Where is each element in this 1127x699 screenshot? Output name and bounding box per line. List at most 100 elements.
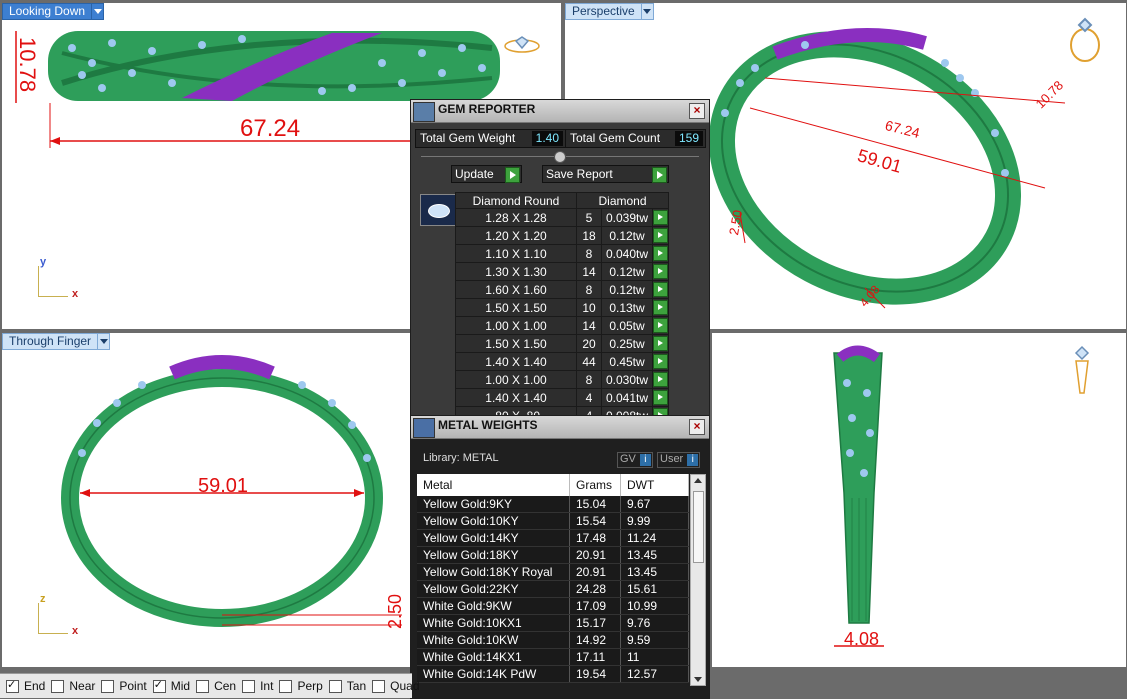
metal-table-row[interactable]: Yellow Gold:14KY 17.48 11.24 xyxy=(417,529,689,547)
save-report-button[interactable]: Save Report xyxy=(542,165,669,183)
gem-count: 44 xyxy=(576,352,602,371)
dwt-column-header[interactable]: DWT xyxy=(620,474,689,496)
snap-tan[interactable]: Tan xyxy=(328,679,366,693)
row-select-button[interactable] xyxy=(652,262,669,281)
metal-table-row[interactable]: Yellow Gold:10KY 15.54 9.99 xyxy=(417,512,689,530)
checkbox[interactable] xyxy=(242,679,256,693)
gem-table-row[interactable]: 1.40 X 1.40 44 0.45tw xyxy=(455,352,669,371)
row-select-button[interactable] xyxy=(652,316,669,335)
gem-table-header-material: Diamond xyxy=(576,192,669,209)
bangle-side-view xyxy=(833,345,1090,647)
library-label: Library: METAL xyxy=(423,452,499,464)
metal-table-row[interactable]: White Gold:10KX1 15.17 9.76 xyxy=(417,614,689,632)
gem-table-row[interactable]: 1.10 X 1.10 8 0.040tw xyxy=(455,244,669,263)
total-gem-count: Total Gem Count 159 xyxy=(565,129,706,148)
metal-dwt: 11 xyxy=(620,648,689,666)
splitter-handle-icon[interactable] xyxy=(554,151,566,163)
snap-mid[interactable]: Mid xyxy=(152,678,190,693)
close-icon[interactable]: × xyxy=(689,103,705,119)
total-gem-weight: Total Gem Weight 1.40 xyxy=(415,129,566,148)
metal-dwt: 13.45 xyxy=(620,563,689,581)
gem-reporter-titlebar[interactable]: GEM REPORTER × xyxy=(411,100,709,123)
metal-dwt: 9.76 xyxy=(620,614,689,632)
gem-table-row[interactable]: 1.00 X 1.00 14 0.05tw xyxy=(455,316,669,335)
update-button[interactable]: Update xyxy=(451,165,522,183)
gem-table-row[interactable]: 1.20 X 1.20 18 0.12tw xyxy=(455,226,669,245)
checkbox[interactable] xyxy=(372,679,386,693)
row-select-button[interactable] xyxy=(652,280,669,299)
metal-grams: 24.28 xyxy=(569,580,621,598)
user-toggle[interactable]: User i xyxy=(657,452,701,468)
metal-dwt: 10.99 xyxy=(620,597,689,615)
gem-table-row[interactable]: 1.60 X 1.60 8 0.12tw xyxy=(455,280,669,299)
gem-reporter-panel: GEM REPORTER × Total Gem Weight 1.40 Tot… xyxy=(410,99,710,443)
metal-dwt: 11.24 xyxy=(620,529,689,547)
gem-table-row[interactable]: 1.40 X 1.40 4 0.041tw xyxy=(455,388,669,407)
scrollbar-thumb[interactable] xyxy=(693,491,704,563)
checkbox[interactable] xyxy=(51,679,65,693)
metal-grams: 19.54 xyxy=(569,665,621,683)
viewport-through-finger[interactable]: Through Finger 59.01 2.50 z x xyxy=(2,333,410,667)
checkbox[interactable] xyxy=(101,679,115,693)
gem-count: 5 xyxy=(576,208,602,227)
gem-table: Diamond Round Diamond 1.28 X 1.28 5 0.039t… xyxy=(455,192,669,443)
snap-end[interactable]: End xyxy=(6,678,45,693)
metal-grams: 17.48 xyxy=(569,529,621,547)
checkbox[interactable] xyxy=(279,679,293,693)
checkbox[interactable] xyxy=(152,678,166,693)
snap-point[interactable]: Point xyxy=(101,679,147,693)
metal-table-row[interactable]: Yellow Gold:9KY 15.04 9.67 xyxy=(417,496,689,513)
gem-table-row[interactable]: 1.30 X 1.30 14 0.12tw xyxy=(455,262,669,281)
metal-column-header[interactable]: Metal xyxy=(417,474,570,496)
row-select-button[interactable] xyxy=(652,226,669,245)
row-select-button[interactable] xyxy=(652,370,669,389)
row-select-button[interactable] xyxy=(652,208,669,227)
gem-table-row[interactable]: 1.50 X 1.50 10 0.13tw xyxy=(455,298,669,317)
metal-table-row[interactable]: Yellow Gold:18KY 20.91 13.45 xyxy=(417,546,689,564)
row-select-button[interactable] xyxy=(652,388,669,407)
snap-near[interactable]: Near xyxy=(51,679,95,693)
checkbox[interactable] xyxy=(196,679,210,693)
row-select-button[interactable] xyxy=(652,352,669,371)
gem-count: 10 xyxy=(576,298,602,317)
grams-column-header[interactable]: Grams xyxy=(569,474,621,496)
checkbox[interactable] xyxy=(328,679,342,693)
metal-grams: 17.09 xyxy=(569,597,621,615)
snap-perp[interactable]: Perp xyxy=(279,679,323,693)
metal-table-scrollbar[interactable] xyxy=(690,474,706,686)
metal-table-row[interactable]: White Gold:9KW 17.09 10.99 xyxy=(417,597,689,615)
snap-cen[interactable]: Cen xyxy=(196,679,236,693)
metal-table-row[interactable]: Yellow Gold:22KY 24.28 15.61 xyxy=(417,580,689,598)
metal-table-row[interactable]: White Gold:14KX1 17.11 11 xyxy=(417,648,689,666)
scroll-up-icon[interactable] xyxy=(694,478,702,483)
axis-label-z: z xyxy=(40,593,46,605)
gem-table-row[interactable]: 1.28 X 1.28 5 0.039tw xyxy=(455,208,669,227)
ring-side-icon xyxy=(1074,345,1090,394)
total-gem-weight-label: Total Gem Weight xyxy=(420,131,516,145)
gv-toggle[interactable]: GV i xyxy=(617,452,653,468)
metal-table-row[interactable]: White Gold:14K PdW 19.54 12.57 xyxy=(417,665,689,683)
snap-quad[interactable]: Quad xyxy=(372,679,420,693)
metal-table-row[interactable]: White Gold:10KW 14.92 9.59 xyxy=(417,631,689,649)
metal-table-row[interactable]: Yellow Gold:18KY Royal 20.91 13.45 xyxy=(417,563,689,581)
gem-table-row[interactable]: 1.00 X 1.00 8 0.030tw xyxy=(455,370,669,389)
update-button-label: Update xyxy=(455,167,494,181)
row-select-button[interactable] xyxy=(652,334,669,353)
dimension-diameter: 59.01 xyxy=(198,475,249,497)
bangle-front-view xyxy=(61,355,402,627)
scroll-down-icon[interactable] xyxy=(694,677,702,682)
checkbox[interactable] xyxy=(6,678,19,693)
gem-size: 1.50 X 1.50 xyxy=(455,298,577,317)
axis-label-x: x xyxy=(72,288,79,300)
metal-weights-panel: METAL WEIGHTS × Library: METAL GV i User… xyxy=(410,415,710,699)
gem-table-row[interactable]: 1.50 X 1.50 20 0.25tw xyxy=(455,334,669,353)
close-icon[interactable]: × xyxy=(689,419,705,435)
snap-int[interactable]: Int xyxy=(242,679,273,693)
row-select-button[interactable] xyxy=(652,244,669,263)
metal-weights-titlebar[interactable]: METAL WEIGHTS × xyxy=(411,416,709,439)
gem-weight: 0.039tw xyxy=(601,208,653,227)
viewport-side[interactable]: 4.08 xyxy=(712,333,1126,667)
snap-label: Near xyxy=(69,679,96,693)
row-select-button[interactable] xyxy=(652,298,669,317)
play-arrow-icon xyxy=(653,228,668,243)
